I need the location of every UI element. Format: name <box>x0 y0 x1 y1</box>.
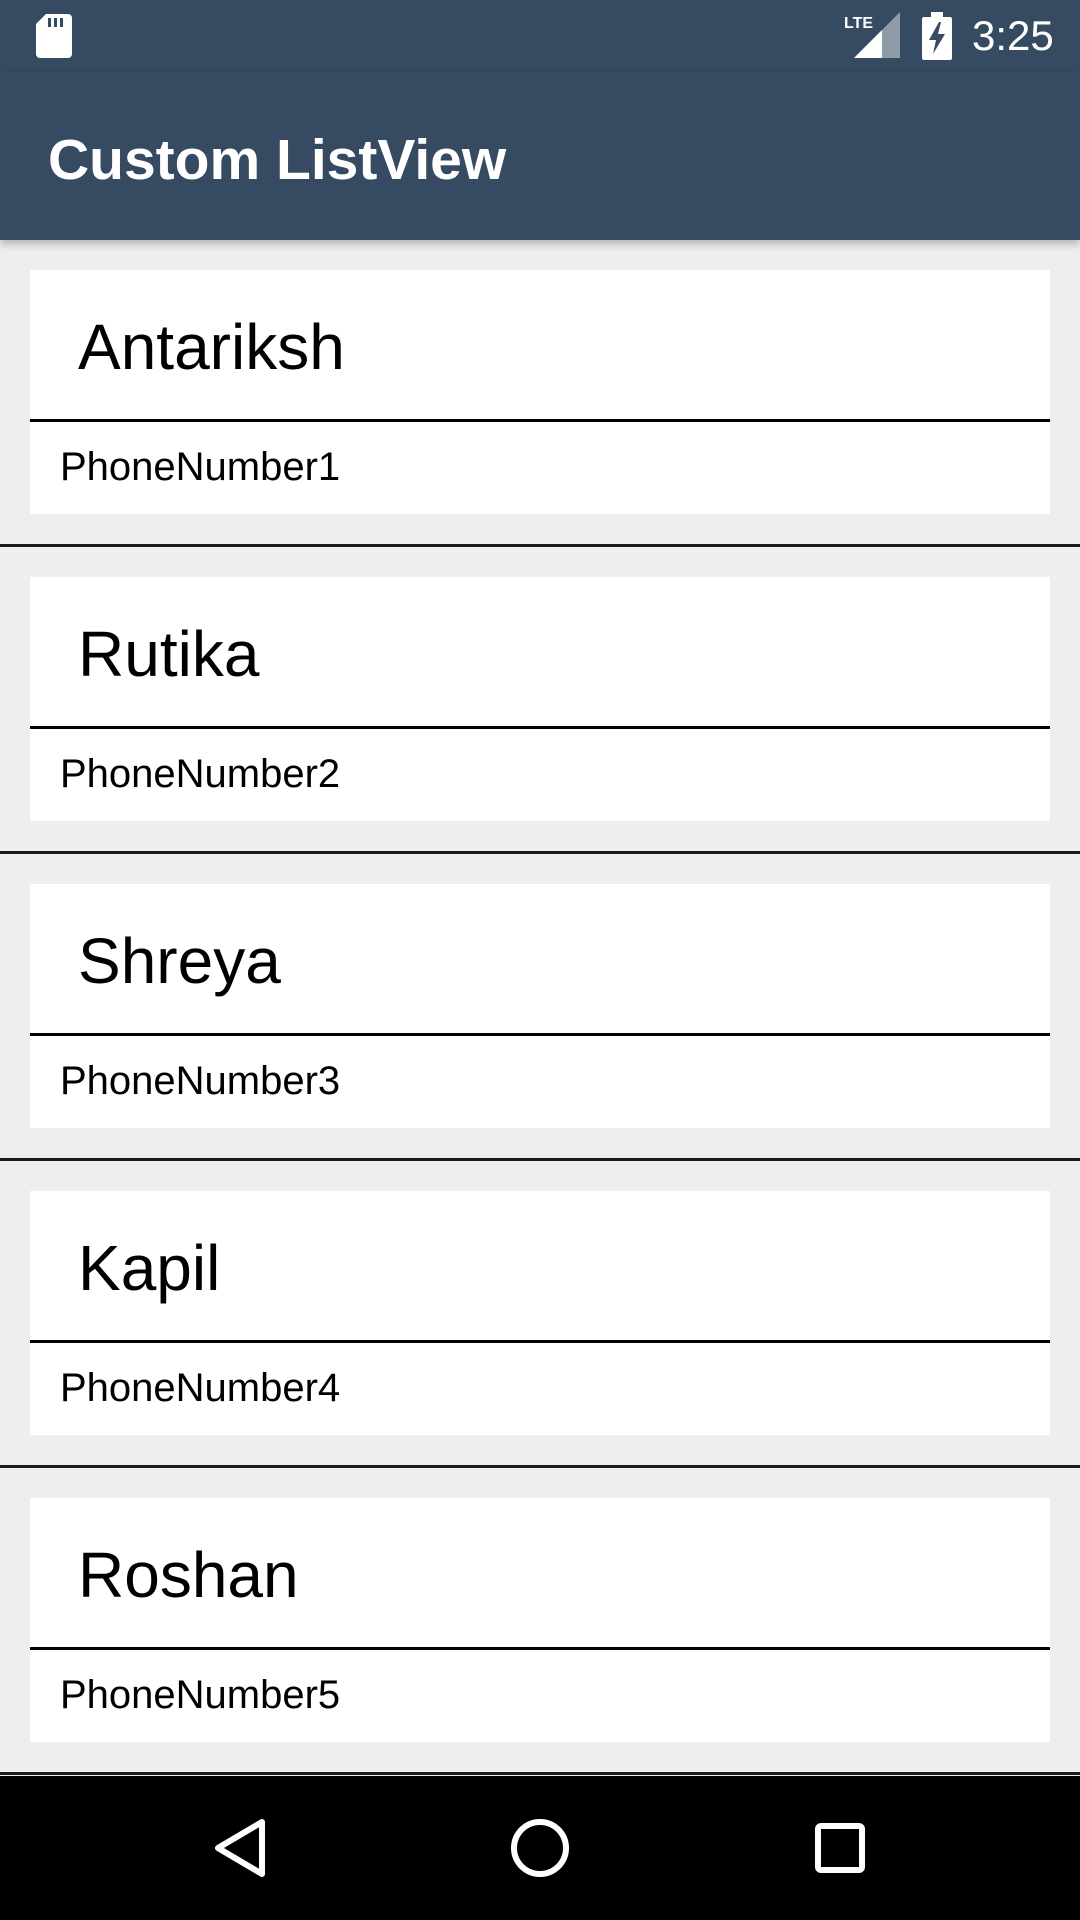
contact-name: Shreya <box>78 925 281 997</box>
app-title: Custom ListView <box>48 128 507 192</box>
list-item[interactable]: Shreya PhoneNumber3 <box>0 854 1080 1161</box>
status-bar: LTE 3:25 <box>0 0 1080 72</box>
list-item[interactable]: Antariksh PhoneNumber1 <box>0 240 1080 547</box>
contact-name: Rutika <box>78 618 260 690</box>
battery-charging-icon <box>922 12 952 60</box>
contact-list[interactable]: Antariksh PhoneNumber1 Rutika PhoneNumbe… <box>0 240 1080 1776</box>
recents-icon[interactable] <box>804 1812 876 1884</box>
contact-phone: PhoneNumber4 <box>60 1366 341 1410</box>
contact-name: Roshan <box>78 1539 299 1611</box>
contact-card[interactable]: Roshan PhoneNumber5 <box>30 1498 1050 1742</box>
lte-signal-icon: LTE <box>844 12 900 58</box>
lte-label: LTE <box>844 15 873 32</box>
sd-card-icon <box>36 14 72 58</box>
app-bar: Custom ListView <box>0 72 1080 240</box>
contact-card[interactable]: Kapil PhoneNumber4 <box>30 1191 1050 1435</box>
contact-phone: PhoneNumber1 <box>60 445 341 489</box>
list-item[interactable]: Kapil PhoneNumber4 <box>0 1161 1080 1468</box>
list-item[interactable]: Roshan PhoneNumber5 <box>0 1468 1080 1775</box>
contact-card[interactable]: Shreya PhoneNumber3 <box>30 884 1050 1128</box>
contact-phone: PhoneNumber3 <box>60 1059 341 1103</box>
status-clock: 3:25 <box>972 12 1054 59</box>
contact-phone: PhoneNumber5 <box>60 1673 341 1717</box>
contact-name: Kapil <box>78 1232 221 1304</box>
home-icon[interactable] <box>504 1812 576 1884</box>
navigation-bar <box>0 1776 1080 1920</box>
contact-phone: PhoneNumber2 <box>60 752 341 796</box>
contact-card[interactable]: Antariksh PhoneNumber1 <box>30 270 1050 514</box>
contact-card[interactable]: Rutika PhoneNumber2 <box>30 577 1050 821</box>
back-icon[interactable] <box>204 1812 276 1884</box>
list-item[interactable]: Rutika PhoneNumber2 <box>0 547 1080 854</box>
contact-name: Antariksh <box>78 311 345 383</box>
